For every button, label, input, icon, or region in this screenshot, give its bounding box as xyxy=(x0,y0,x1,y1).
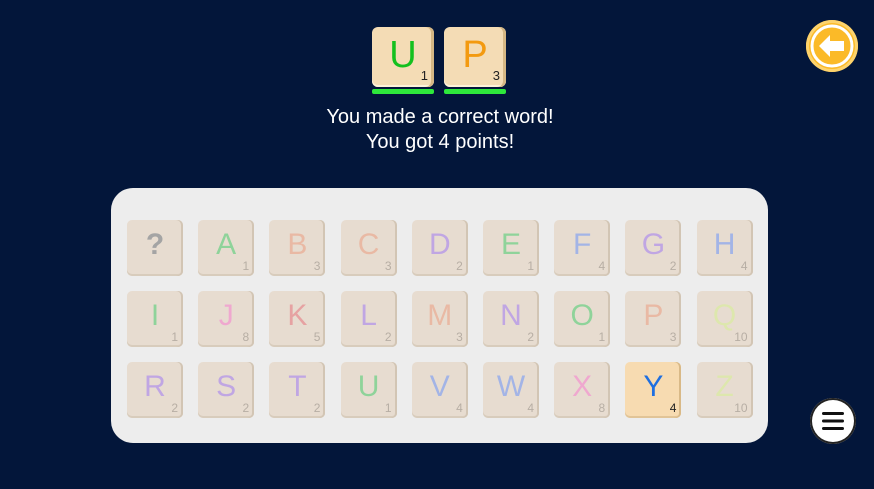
letter-key[interactable]: U1 xyxy=(340,362,397,418)
letter-key[interactable]: T2 xyxy=(269,362,326,418)
letter-key-letter: C xyxy=(357,228,380,261)
hamburger-menu-icon xyxy=(822,412,844,430)
letter-key[interactable]: ? xyxy=(127,220,183,276)
letter-key-points: 1 xyxy=(527,259,534,273)
letter-key-points: 1 xyxy=(242,259,250,273)
letter-key-letter: I xyxy=(150,299,160,332)
letter-key-points: 2 xyxy=(384,330,392,344)
letter-key[interactable]: X8 xyxy=(554,362,611,418)
letter-key-letter: J xyxy=(218,299,234,332)
arrow-left-icon xyxy=(810,24,854,68)
letter-key-letter: K xyxy=(287,299,308,332)
letter-key[interactable]: D2 xyxy=(411,220,468,276)
letter-key[interactable]: K5 xyxy=(269,291,326,347)
letter-key-letter: A xyxy=(216,228,237,261)
letter-key-points: 2 xyxy=(171,401,178,415)
word-tile-points: 3 xyxy=(492,68,500,83)
letter-key[interactable]: V4 xyxy=(411,362,468,418)
letter-key-points: 4 xyxy=(527,401,534,415)
letter-key-letter: Z xyxy=(715,370,734,403)
letter-key-points: 4 xyxy=(669,401,677,415)
letter-key-points: 4 xyxy=(598,259,606,273)
letter-key[interactable]: Y4 xyxy=(625,362,682,418)
letter-key[interactable]: L2 xyxy=(340,291,397,347)
letter-key-points: 4 xyxy=(740,259,748,273)
word-tile[interactable]: U1 xyxy=(372,27,434,94)
letter-key-letter: B xyxy=(287,228,308,261)
letter-key[interactable]: R2 xyxy=(127,362,183,418)
letter-key-letter: H xyxy=(713,228,736,261)
letter-key[interactable]: G2 xyxy=(625,220,682,276)
letter-key-points: 1 xyxy=(384,401,392,415)
letter-key[interactable]: P3 xyxy=(625,291,682,347)
word-tile[interactable]: P3 xyxy=(444,27,506,94)
letter-key-points: 3 xyxy=(313,259,321,273)
letter-key[interactable]: M3 xyxy=(411,291,468,347)
letter-key-points: 3 xyxy=(384,259,392,273)
letter-key-letter: N xyxy=(500,299,522,332)
letter-key-points: 2 xyxy=(527,330,534,344)
back-button[interactable] xyxy=(806,20,858,72)
letter-key-letter: Q xyxy=(712,299,737,332)
letter-key[interactable]: N2 xyxy=(483,291,539,347)
letter-key[interactable]: Q 10 xyxy=(696,291,753,347)
letter-key-points: 2 xyxy=(669,259,677,273)
letter-key-letter: W xyxy=(496,370,526,403)
letter-key-points: 10 xyxy=(734,330,748,344)
letter-key[interactable]: S2 xyxy=(198,362,255,418)
letter-key-points: 3 xyxy=(456,330,463,344)
letter-key-letter: V xyxy=(429,370,450,403)
feedback-line-correct: You made a correct word! xyxy=(326,106,554,128)
letter-keyboard: ? A 1 B 3 C 3 D 2 E 1 F 4 G 2 H 4 I 1 J 8 K 5 L 2 M 3 N 2 O 1 P 3 Q 10 R 2 S 2… xyxy=(111,188,768,443)
letter-key[interactable]: E1 xyxy=(483,220,539,276)
letter-key-points: 4 xyxy=(456,401,463,415)
valid-word-underline xyxy=(372,89,434,94)
letter-key-letter: O xyxy=(570,299,594,332)
letter-key[interactable]: W4 xyxy=(483,362,539,418)
letter-key-letter: P xyxy=(643,299,664,332)
letter-key[interactable]: J8 xyxy=(198,291,255,347)
feedback-line-points: You got 4 points! xyxy=(365,131,515,153)
letter-key-letter: T xyxy=(288,370,307,403)
letter-key[interactable]: F4 xyxy=(554,220,611,276)
letter-key-points: 2 xyxy=(456,259,463,273)
feedback-message: You made a correct word! You got 4 point… xyxy=(240,105,640,155)
letter-key-letter: S xyxy=(216,370,237,403)
current-word: U1P3 xyxy=(372,27,506,94)
valid-word-underline xyxy=(444,89,506,94)
letter-key[interactable]: H4 xyxy=(696,220,753,276)
letter-key-points: 8 xyxy=(598,401,606,415)
letter-key-letter: U xyxy=(357,370,380,403)
letter-key[interactable]: Z 10 xyxy=(696,362,753,418)
letter-key-points: 8 xyxy=(242,330,250,344)
letter-key[interactable]: A1 xyxy=(198,220,255,276)
letter-key-letter: D xyxy=(428,228,451,261)
letter-key-letter: M xyxy=(427,299,453,332)
letter-key-points: 1 xyxy=(171,330,178,344)
letter-key[interactable]: I1 xyxy=(127,291,183,347)
letter-key-points: 3 xyxy=(669,330,677,344)
letter-key-letter: L xyxy=(360,299,377,332)
letter-key-points: 5 xyxy=(313,330,321,344)
letter-key[interactable]: C3 xyxy=(340,220,397,276)
letter-key[interactable]: O1 xyxy=(554,291,611,347)
letter-key-letter: G xyxy=(641,228,666,261)
menu-button[interactable] xyxy=(810,398,856,444)
letter-key-points: 1 xyxy=(598,330,606,344)
letter-key-points: 2 xyxy=(242,401,250,415)
letter-key-points: 2 xyxy=(313,401,321,415)
word-tile-points: 1 xyxy=(420,68,428,83)
letter-key-letter: X xyxy=(572,370,593,403)
letter-key-letter: ? xyxy=(145,228,165,261)
letter-key-letter: R xyxy=(144,370,166,403)
letter-key-letter: F xyxy=(573,228,592,261)
letter-key-letter: Y xyxy=(643,370,664,403)
letter-key-letter: E xyxy=(500,228,521,261)
letter-key[interactable]: B3 xyxy=(269,220,326,276)
letter-key-points: 10 xyxy=(734,401,748,415)
